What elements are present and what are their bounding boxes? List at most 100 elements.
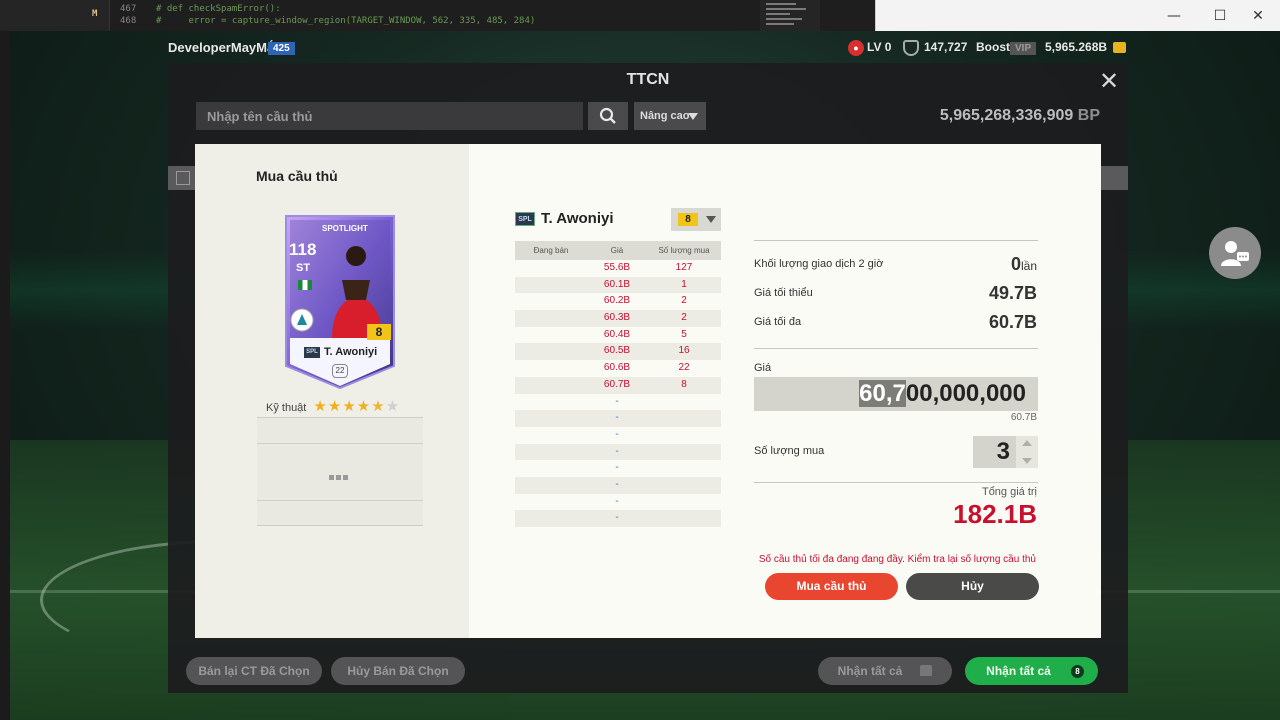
player-search-field[interactable] [196,102,583,130]
dialog-title: Mua cầu thủ [256,168,338,184]
warning-message: Số cầu thủ tối đa đang đang đầy. Kiểm tr… [758,554,1036,565]
selected-level: 8 [678,213,698,226]
cancel-button[interactable]: Hủy [906,573,1039,600]
card-ovr: 118 [289,240,317,259]
col-header-price: Giá [610,246,624,255]
divider [754,482,1038,483]
bp-unit: BP [1077,107,1100,124]
quantity-stepper[interactable]: 3 [973,436,1038,468]
order-row[interactable]: 60.4B 5 [515,327,721,344]
stepper-arrows [1016,436,1038,468]
level-text: LV 0 [867,40,892,54]
star-rating: ★★★★★★ [313,397,400,415]
trophy-icon [903,40,919,56]
order-row[interactable]: 60.1B 1 [515,276,721,294]
skill-rating: Kỹ thuật ★★★★★★ [266,397,400,415]
user-badge: 425 [268,42,295,55]
price-selected-text: 60,7 [859,380,906,407]
league-badge: SPL [515,212,535,226]
level-selector[interactable]: 8 [671,208,721,231]
chevron-down-icon[interactable] [1022,458,1032,464]
loading-dots-icon [329,467,350,485]
chevron-down-icon [688,113,698,120]
star-icon: ★ [327,398,343,415]
min-price-label: Giá tối thiểu [754,287,813,299]
code-line[interactable]: 468 # error = capture_window_region(TARGE… [120,16,535,26]
skill-label: Kỹ thuật [266,402,307,414]
receive-all-grey-button[interactable]: Nhận tất cả [818,657,952,685]
window-titlebar[interactable]: — ☐ ✕ [875,0,1280,31]
level-icon: ● [848,40,864,56]
search-input[interactable] [196,102,583,130]
cancel-selected-button[interactable]: Hủy Bán Đã Chọn [331,657,465,685]
resell-selected-button[interactable]: Bán lại CT Đã Chọn [186,657,322,685]
code-line[interactable]: 467 # def checkSpamError(): [120,4,281,14]
order-row: - [515,476,721,494]
receive-all-button[interactable]: Nhận tất cả 8 [965,657,1098,685]
divider [754,348,1038,349]
max-price-label: Giá tối đa [754,316,802,328]
order-row: - [515,510,721,527]
order-row[interactable]: 60.2B 2 [515,293,721,310]
player-name: T. Awoniyi [541,210,614,227]
card-skill-level: 22 [332,364,348,378]
order-row: - [615,462,619,474]
order-row: - [515,443,721,461]
star-icon: ★ [356,398,372,415]
minimize-button[interactable]: — [1151,0,1197,31]
page-title: TTCN [626,71,670,88]
vip-tag: VIP [1010,42,1037,55]
total-label: Tổng giá trị [981,486,1037,498]
receive-all-label: Nhận tất cả [986,664,1051,678]
card-upgrade-level: 8 [367,324,391,340]
code-editor-strip: M 467 # def checkSpamError(): 468 # error … [0,0,875,31]
order-row[interactable]: 60.7B 8 [515,376,721,394]
buy-player-button[interactable]: Mua cầu thủ [765,573,898,600]
bp-total: 5,965,268,336,909 BP [940,107,1100,125]
search-button[interactable] [588,102,628,130]
order-table-header: Đang bán Giá Số lượng mua [515,241,721,260]
editor-gutter [0,31,10,720]
order-row[interactable]: 60.3B 2 [515,310,721,327]
card-position: ST [296,262,311,274]
shirt-icon [920,665,932,676]
order-row: - [615,428,619,440]
username[interactable]: DeveloperMayMắn [168,40,282,55]
editor-minimap[interactable] [760,0,820,31]
total-value: 182.1B [953,499,1037,529]
volume-count: 0 [1010,254,1021,274]
game-topbar: DeveloperMayMắn 425 ● LV 0 147,727 Boost… [168,36,1128,60]
buy-player-dialog: Mua cầu thủ SPOTLIGHT 118 ST 8 SPL T. Aw… [195,144,1101,638]
star-icon: ★ [342,398,357,415]
order-table: Đang bán Giá Số lượng mua 55.6B 127 60.1B… [515,241,721,527]
card-season: SPOTLIGHT [322,224,368,233]
editor-tab-list[interactable]: M [0,0,110,31]
card-thumbnail-slot[interactable] [257,417,423,526]
select-all-checkbox[interactable] [176,171,190,185]
max-price-value: 60.7B [988,312,1037,332]
qty-value: 3 [996,438,1010,465]
close-window-button[interactable]: ✕ [1235,0,1280,31]
divider [754,240,1038,241]
qty-label: Số lượng mua [754,445,825,457]
price-rest-text: 00,000,000 [905,380,1026,407]
modified-marker: M [92,9,98,19]
order-row[interactable]: 55.6B 127 [515,260,721,277]
boost-label[interactable]: Boost [976,40,1010,54]
order-row: - [615,495,619,507]
advanced-label: Nâng cao [640,110,690,122]
min-price-value: 49.7B [988,283,1037,303]
order-row[interactable]: 60.6B 22 [515,360,721,377]
chevron-up-icon[interactable] [1022,440,1032,446]
coin-icon [1113,42,1126,53]
close-icon[interactable]: ✕ [1096,69,1122,95]
chat-button[interactable] [1209,227,1261,279]
price-input[interactable]: 60,700,000,000 [754,377,1038,411]
advanced-filter-dropdown[interactable]: Nâng cao [634,102,706,130]
price-short: 60.7B [1010,412,1037,423]
bp-balance: 5,965.268B [1045,40,1108,54]
card-league-badge: SPL [304,347,320,358]
order-row[interactable]: 60.5B 16 [515,343,721,361]
player-card[interactable]: SPOTLIGHT 118 ST 8 SPL T. Awoniyi 22 Kỹ … [266,214,399,415]
order-row: - [515,410,721,427]
